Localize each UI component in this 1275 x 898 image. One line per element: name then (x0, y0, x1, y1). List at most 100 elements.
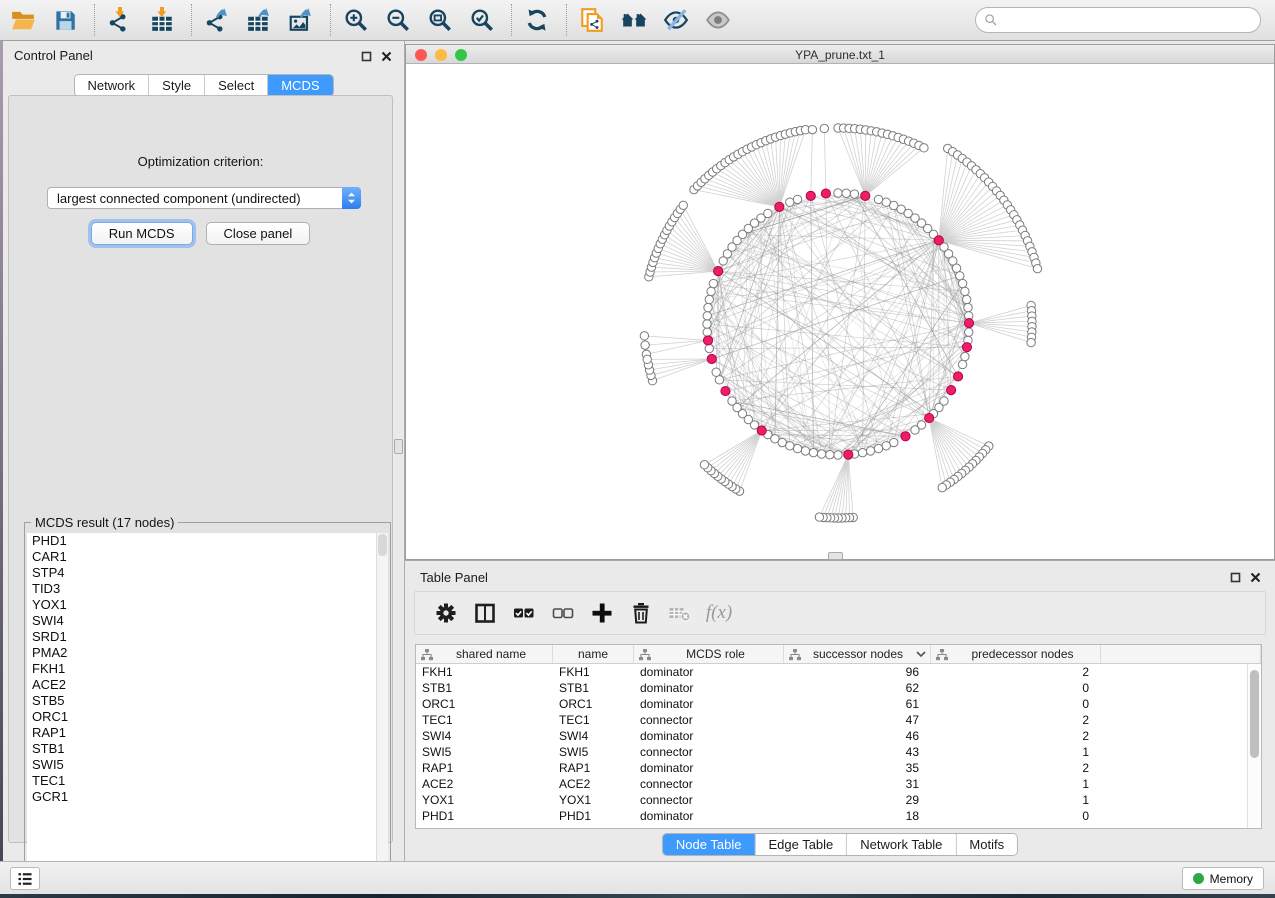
copy-network-button[interactable] (577, 4, 607, 36)
mcds-result-item[interactable]: STB1 (27, 741, 376, 757)
column-header-predecessor-nodes[interactable]: predecessor nodes (931, 645, 1101, 663)
import-network-button[interactable] (105, 4, 135, 36)
column-label: predecessor nodes (949, 647, 1096, 661)
network-canvas[interactable] (406, 64, 1274, 559)
mcds-result-item[interactable]: YOX1 (27, 597, 376, 613)
table-cell: dominator (634, 680, 784, 696)
refresh-button[interactable] (522, 4, 552, 36)
network-view-window: YPA_prune.txt_1 (405, 44, 1275, 560)
mcds-result-item[interactable]: PHD1 (27, 533, 376, 549)
table-row[interactable]: PHD1PHD1dominator180 (416, 808, 1247, 824)
tab-network[interactable]: Network (74, 75, 148, 96)
memory-button[interactable]: Memory (1182, 867, 1264, 890)
vertical-splitter-handle[interactable] (394, 439, 403, 454)
run-mcds-button[interactable]: Run MCDS (91, 222, 193, 245)
network-graph[interactable] (406, 64, 1274, 559)
mcds-result-item[interactable]: FKH1 (27, 661, 376, 677)
export-image-button[interactable] (286, 4, 316, 36)
float-table-panel-icon[interactable] (1230, 570, 1241, 588)
close-panel-button[interactable]: Close panel (206, 222, 311, 245)
mcds-result-item[interactable]: PMA2 (27, 645, 376, 661)
table-row[interactable]: SWI4SWI4dominator462 (416, 728, 1247, 744)
search-icon (984, 13, 999, 28)
mcds-result-item[interactable]: ACE2 (27, 677, 376, 693)
mcds-result-item[interactable]: GCR1 (27, 789, 376, 805)
close-panel-icon[interactable] (381, 49, 392, 67)
hide-selected-button[interactable] (661, 4, 691, 36)
table-tab-node-table[interactable]: Node Table (663, 834, 755, 855)
table-row[interactable]: FKH1FKH1dominator962 (416, 664, 1247, 680)
table-row[interactable]: TEC1TEC1connector472 (416, 712, 1247, 728)
mcds-result-scrollbar[interactable] (376, 533, 388, 890)
table-tabs: Node TableEdge TableNetwork TableMotifs (662, 833, 1018, 856)
mcds-result-item[interactable]: RAP1 (27, 725, 376, 741)
export-network-button[interactable] (202, 4, 232, 36)
horizontal-splitter-handle[interactable] (828, 552, 843, 560)
delete-trash-button[interactable] (624, 596, 658, 630)
column-header-MCDS-role[interactable]: MCDS role (634, 645, 784, 663)
table-row[interactable]: ACE2ACE2connector311 (416, 776, 1247, 792)
import-table-button[interactable] (147, 4, 177, 36)
mcds-result-item[interactable]: SWI4 (27, 613, 376, 629)
network-window-titlebar[interactable]: YPA_prune.txt_1 (406, 45, 1274, 64)
table-scrollbar[interactable] (1247, 664, 1261, 828)
mcds-result-item[interactable]: SRD1 (27, 629, 376, 645)
tab-select[interactable]: Select (204, 75, 267, 96)
task-history-button[interactable] (10, 867, 40, 890)
table-cell: FKH1 (553, 664, 634, 680)
first-neighbors-button[interactable] (619, 4, 649, 36)
settings-gear-button[interactable] (429, 596, 463, 630)
table-cell: 1 (931, 792, 1101, 808)
search-input[interactable] (1004, 10, 1260, 30)
mcds-result-list[interactable]: PHD1CAR1STP4TID3YOX1SWI4SRD1PMA2FKH1ACE2… (27, 533, 376, 890)
hide-selected-icon (663, 7, 689, 33)
deselect-all-button[interactable] (546, 596, 580, 630)
close-table-panel-icon[interactable] (1250, 570, 1261, 588)
zoom-selected-icon (469, 7, 495, 33)
toolbar-separator (511, 4, 512, 36)
column-header-name[interactable]: name (553, 645, 634, 663)
criterion-select[interactable]: largest connected component (undirected) (47, 187, 361, 209)
table-row[interactable]: SWI5SWI5connector431 (416, 744, 1247, 760)
table-tab-motifs[interactable]: Motifs (955, 834, 1017, 855)
table-tab-network-table[interactable]: Network Table (846, 834, 955, 855)
select-all-button[interactable] (507, 596, 541, 630)
table-cell: 0 (931, 696, 1101, 712)
mcds-result-item[interactable]: CAR1 (27, 549, 376, 565)
tab-style[interactable]: Style (148, 75, 204, 96)
column-header-successor-nodes[interactable]: successor nodes (784, 645, 931, 663)
mcds-result-item[interactable]: TEC1 (27, 773, 376, 789)
column-layout-button[interactable] (468, 596, 502, 630)
org-chart-icon (638, 648, 652, 661)
toolbar-separator (330, 4, 331, 36)
zoom-fit-button[interactable] (425, 4, 455, 36)
mcds-result-item[interactable]: SWI5 (27, 757, 376, 773)
zoom-selected-button[interactable] (467, 4, 497, 36)
table-cell: SWI4 (553, 728, 634, 744)
export-table-button[interactable] (244, 4, 274, 36)
add-plus-button[interactable] (585, 596, 619, 630)
table-cell: TEC1 (553, 712, 634, 728)
table-row[interactable]: YOX1YOX1connector291 (416, 792, 1247, 808)
mcds-result-group: MCDS result (17 nodes) PHD1CAR1STP4TID3Y… (24, 522, 391, 893)
mcds-result-item[interactable]: STB5 (27, 693, 376, 709)
zoom-in-button[interactable] (341, 4, 371, 36)
tab-mcds[interactable]: MCDS (267, 75, 332, 96)
table-row[interactable]: ORC1ORC1dominator610 (416, 696, 1247, 712)
function-fx-button: f(x) (702, 596, 736, 630)
show-all-button[interactable] (703, 4, 733, 36)
mcds-result-item[interactable]: ORC1 (27, 709, 376, 725)
table-row[interactable]: RAP1RAP1dominator352 (416, 760, 1247, 776)
float-panel-icon[interactable] (361, 49, 372, 67)
zoom-out-button[interactable] (383, 4, 413, 36)
column-header-shared-name[interactable]: shared name (416, 645, 553, 663)
table-row[interactable]: STB1STB1dominator620 (416, 680, 1247, 696)
open-folder-button[interactable] (8, 4, 38, 36)
application-window: Control Panel NetworkStyleSelectMCDS Opt… (0, 0, 1275, 898)
table-cell: 96 (784, 664, 931, 680)
save-button[interactable] (50, 4, 80, 36)
table-cell: connector (634, 712, 784, 728)
table-tab-edge-table[interactable]: Edge Table (754, 834, 846, 855)
mcds-result-item[interactable]: STP4 (27, 565, 376, 581)
mcds-result-item[interactable]: TID3 (27, 581, 376, 597)
